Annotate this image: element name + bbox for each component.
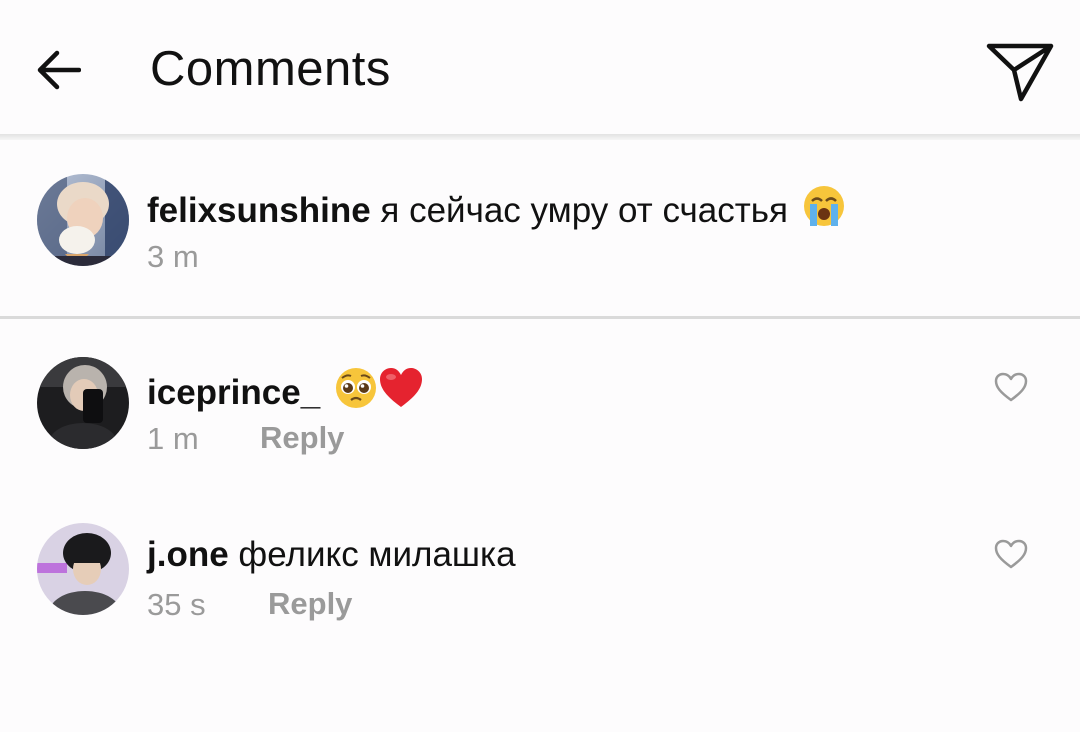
reply-button[interactable]: Reply — [260, 420, 344, 456]
avatar-felixsunshine[interactable] — [37, 174, 129, 266]
like-button[interactable] — [991, 367, 1031, 407]
caption-divider — [0, 316, 1080, 319]
caption-line: felixsunshine я сейчас умру от счастья — [147, 184, 846, 239]
like-button[interactable] — [991, 534, 1031, 574]
arrow-left-icon — [37, 50, 81, 90]
caption-time: 3 m — [147, 239, 199, 274]
avatar-jone[interactable] — [37, 523, 129, 615]
heart-outline-icon — [994, 372, 1028, 402]
avatar-iceprince[interactable] — [37, 357, 129, 449]
comment-text: феликс милашка — [238, 535, 516, 574]
header-bar: Comments — [0, 0, 1080, 138]
page-title: Comments — [150, 42, 391, 96]
paper-plane-icon — [986, 43, 1054, 102]
caption-username[interactable]: felixsunshine — [147, 191, 371, 230]
comment-username[interactable]: j.one — [147, 535, 229, 574]
comment-time: 35 s — [147, 587, 206, 622]
comment-username[interactable]: iceprince_ — [147, 373, 320, 412]
comment-time: 1 m — [147, 421, 199, 456]
pleading-face-icon — [334, 366, 378, 421]
comment-line-1: iceprince_ — [147, 366, 424, 421]
back-button[interactable] — [30, 44, 86, 96]
heart-outline-icon — [994, 539, 1028, 569]
red-heart-icon — [378, 366, 424, 421]
loudly-crying-face-icon — [802, 184, 846, 239]
share-button[interactable] — [980, 36, 1060, 108]
comment-line-2: j.one феликс милашка — [147, 533, 516, 577]
caption-text: я сейчас умру от счастья — [380, 191, 788, 230]
reply-button[interactable]: Reply — [268, 586, 352, 622]
